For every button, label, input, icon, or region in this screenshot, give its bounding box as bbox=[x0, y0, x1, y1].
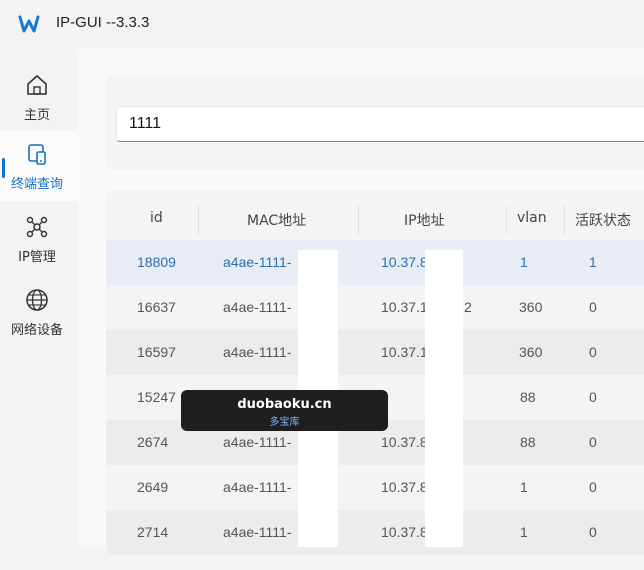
cell-mac: a4ae-1111- bbox=[223, 479, 292, 495]
cell-mac: a4ae-1111- bbox=[223, 344, 292, 360]
app-title: IP-GUI --3.3.3 bbox=[56, 14, 150, 31]
globe-icon bbox=[26, 289, 48, 311]
column-header-active-status[interactable]: 活跃状态 bbox=[575, 210, 631, 230]
cell-vlan: 360 bbox=[519, 344, 543, 360]
cell-mac: a4ae-1111- bbox=[223, 254, 292, 270]
sidebar-item-label: 主页 bbox=[23, 108, 50, 123]
cell-id: 18809 bbox=[137, 254, 176, 270]
cell-id: 2649 bbox=[137, 479, 169, 495]
search-input[interactable]: 1111 bbox=[116, 106, 644, 142]
watermark-text: duobaoku.cn bbox=[237, 397, 332, 412]
network-nodes-icon bbox=[26, 216, 48, 238]
cell-ip: 10.37.8 bbox=[381, 479, 428, 495]
cell-mac: a4ae-1111- bbox=[223, 524, 292, 540]
cell-ip-suffix: 2 bbox=[464, 299, 472, 315]
column-header-mac[interactable]: MAC地址 bbox=[247, 210, 306, 230]
results-table: id MAC地址 IP地址 vlan 活跃状态 18809 a4ae-1111-… bbox=[106, 190, 644, 570]
sidebar-item-label: IP管理 bbox=[18, 250, 56, 265]
cell-ip: 10.37.1 bbox=[381, 344, 428, 360]
cell-vlan: 88 bbox=[520, 389, 536, 405]
cell-id: 16597 bbox=[137, 344, 176, 360]
sidebar-item-label: 终端查询 bbox=[10, 177, 63, 192]
cell-id: 15247 bbox=[137, 389, 176, 405]
cell-ip: 10.37.1 bbox=[381, 299, 428, 315]
cell-vlan: 360 bbox=[519, 299, 543, 315]
cell-active-status: 0 bbox=[589, 434, 597, 450]
cell-mac: a4ae-1111- bbox=[223, 434, 292, 450]
sidebar-item-label: 网络设备 bbox=[10, 323, 63, 338]
cell-ip: 10.37.8 bbox=[381, 254, 428, 270]
cell-mac: a4ae-1111- bbox=[223, 299, 292, 315]
table-row[interactable]: 18809 a4ae-1111- 10.37.8 1 1 bbox=[106, 240, 644, 285]
cell-id: 16637 bbox=[137, 299, 176, 315]
cell-ip: 10.37.8 bbox=[381, 434, 428, 450]
table-row[interactable]: 2649 a4ae-1111- 10.37.8 1 0 bbox=[106, 465, 644, 510]
cell-ip: 10.37.8 bbox=[381, 524, 428, 540]
w-logo-icon bbox=[18, 15, 40, 33]
cell-vlan: 88 bbox=[520, 434, 536, 450]
table-row[interactable]: 16597 a4ae-1111- 10.37.1 360 0 bbox=[106, 330, 644, 375]
column-divider bbox=[358, 205, 359, 235]
watermark-overlay: duobaoku.cn 多宝库 bbox=[181, 390, 388, 431]
column-divider bbox=[198, 205, 199, 235]
sidebar-item-network-devices[interactable]: 网络设备 bbox=[0, 277, 78, 347]
table-row[interactable]: 16637 a4ae-1111- 10.37.1 2 360 0 bbox=[106, 285, 644, 330]
title-bar: IP-GUI --3.3.3 bbox=[0, 0, 644, 48]
search-card: 1111 bbox=[106, 76, 644, 170]
cell-vlan: 1 bbox=[520, 254, 528, 270]
column-header-ip[interactable]: IP地址 bbox=[404, 210, 445, 230]
column-divider bbox=[506, 205, 507, 235]
sidebar: 主页 终端查询 IP管理 网络设备 bbox=[0, 48, 78, 547]
cell-id: 2714 bbox=[137, 524, 169, 540]
cell-vlan: 1 bbox=[520, 479, 528, 495]
sidebar-item-terminal-query[interactable]: 终端查询 bbox=[0, 131, 78, 201]
cell-active-status: 1 bbox=[589, 254, 597, 270]
watermark-subtext: 多宝库 bbox=[269, 417, 300, 428]
sidebar-item-home[interactable]: 主页 bbox=[0, 62, 78, 132]
column-header-vlan[interactable]: vlan bbox=[517, 210, 547, 226]
home-icon bbox=[27, 75, 47, 95]
cell-active-status: 0 bbox=[589, 524, 597, 540]
terminal-devices-icon bbox=[28, 144, 46, 165]
sidebar-item-ip-management[interactable]: IP管理 bbox=[0, 204, 78, 274]
cell-vlan: 1 bbox=[520, 524, 528, 540]
column-divider bbox=[564, 205, 565, 235]
cell-id: 2674 bbox=[137, 434, 169, 450]
table-row[interactable]: 2714 a4ae-1111- 10.37.8 1 0 bbox=[106, 510, 644, 555]
cell-active-status: 0 bbox=[589, 299, 597, 315]
main-content: 1111 id MAC地址 IP地址 vlan 活跃状态 18809 a4ae-… bbox=[78, 48, 644, 570]
column-header-id[interactable]: id bbox=[150, 210, 163, 226]
cell-active-status: 0 bbox=[589, 344, 597, 360]
cell-active-status: 0 bbox=[589, 479, 597, 495]
cell-active-status: 0 bbox=[589, 389, 597, 405]
redaction-mask-ip bbox=[425, 250, 463, 547]
